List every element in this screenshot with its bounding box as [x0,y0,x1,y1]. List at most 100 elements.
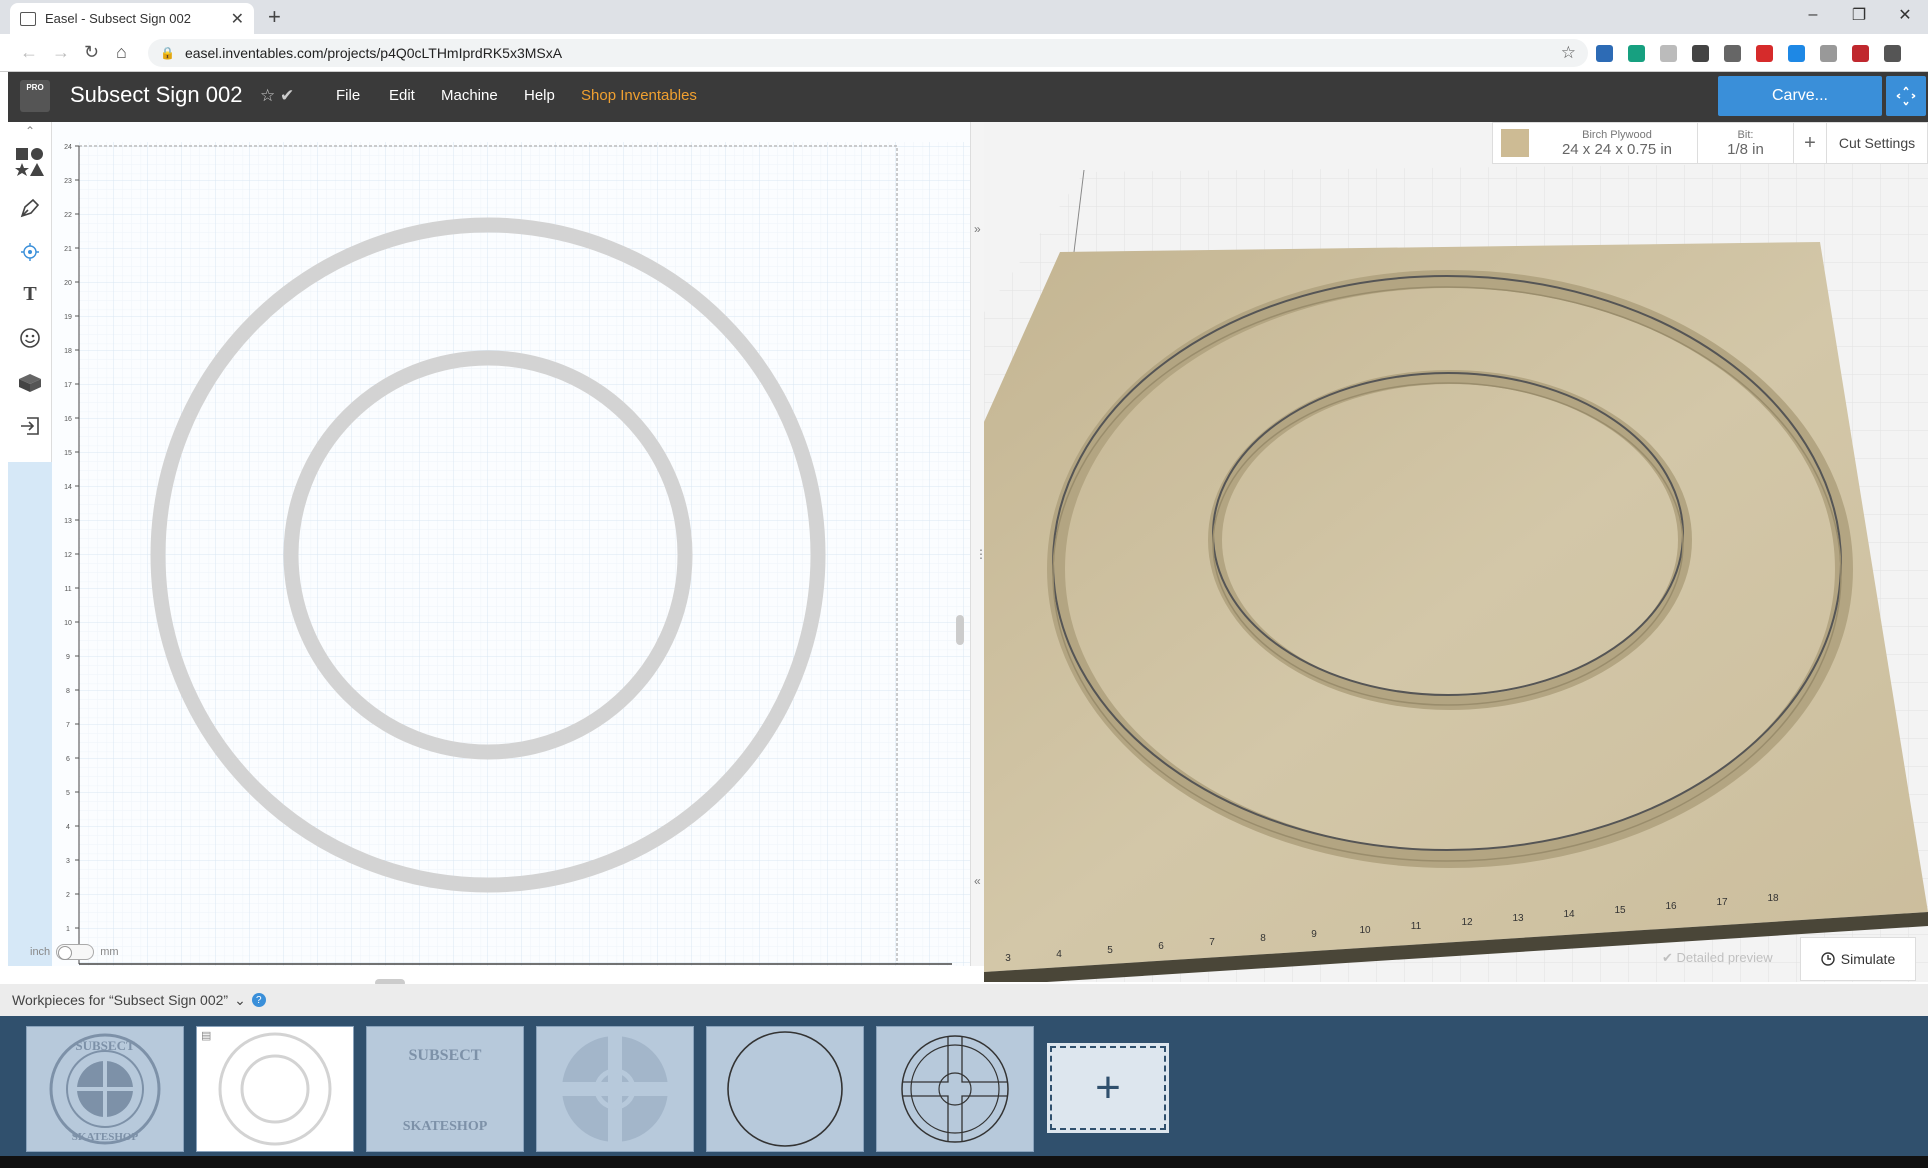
vertical-scrollbar[interactable] [956,615,964,645]
design-canvas-svg[interactable]: 242322212019181716151413121110987654321 … [52,122,970,975]
panel-divider[interactable]: » ⋮ « [970,122,987,966]
design-toolbar: ⌃ T [8,122,52,462]
workpiece-thumb-cross[interactable] [876,1026,1034,1152]
unit-inch-label: inch [30,946,51,958]
subsect-text-thumb-icon: SUBSECT SKATESHOP [403,1047,488,1134]
fullscreen-toggle-icon[interactable] [1886,76,1926,116]
y-tick-label: 9 [66,654,70,661]
menu-machine[interactable]: Machine [441,87,498,104]
workpiece-thumb-emblem[interactable] [536,1026,694,1152]
y-tick-label: 22 [64,212,72,219]
y-tick-label: 13 [64,518,72,525]
point-icon[interactable] [8,232,52,272]
bookmark-star-icon[interactable]: ☆ [1561,43,1576,63]
workpieces-tray: SUBSECT SKATESHOP ▤ SUBSECT SKATESHOP + [0,1016,1928,1156]
menu-file[interactable]: File [336,87,360,104]
y-tick-label: 23 [64,178,72,185]
help-icon[interactable]: ? [251,993,266,1007]
tab-close-icon[interactable]: ✕ [231,9,244,29]
easel-pro-logo[interactable]: PRO [20,80,50,112]
pen-icon[interactable] [8,188,52,228]
material-name: Birch Plywood [1582,128,1652,141]
unit-toggle[interactable]: inch mm [30,944,119,960]
os-taskbar [0,1156,1928,1168]
menu-help[interactable]: Help [524,87,555,104]
app-header: PRO Subsect Sign 002 ☆ ✔ File Edit Machi… [8,72,1928,122]
design-canvas[interactable]: 24 23 22 21 20 19 18 17 16 15 14 13 12 11 10 9 8 7 6 5 4 3 2 1 … [52,122,989,987]
clock-icon [1821,952,1835,966]
browser-extension-icon[interactable] [1788,45,1805,62]
home-icon[interactable]: ⌂ [116,42,127,63]
back-icon[interactable]: ← [20,42,38,63]
add-workpiece-button[interactable]: + [1047,1043,1169,1133]
browser-tab[interactable]: Easel - Subsect Sign 002 ✕ [10,3,254,34]
text-icon[interactable]: T [8,274,52,314]
import-icon[interactable] [8,406,52,446]
reload-icon[interactable]: ↻ [84,42,99,63]
browser-extension-icon[interactable] [1820,45,1837,62]
y-tick-label: 8 [66,688,70,695]
bit-value: 1/8 in [1727,140,1764,158]
carve-preview-panel[interactable]: 3 4 5 6 7 8 9 10 11 12 13 14 15 16 17 18 [984,122,1928,982]
bit-selector[interactable]: Bit: 1/8 in [1697,122,1793,164]
collapse-preview-icon[interactable]: « [974,874,981,888]
browser-extension-icon[interactable] [1692,45,1709,62]
toolbar-collapse-icon[interactable]: ⌃ [8,122,52,140]
thumb-text-top: SUBSECT [75,1038,135,1053]
y-tick-label: 10 [64,620,72,627]
workpieces-title: Workpieces for “Subsect Sign 002” [12,992,229,1008]
y-tick-label: 4 [66,824,70,831]
restore-icon[interactable]: ❐ [1836,0,1882,30]
browser-extension-icon[interactable] [1756,45,1773,62]
shop-inventables-link[interactable]: Shop Inventables [581,87,697,104]
material-swatch[interactable] [1501,129,1529,157]
workpiece-thumb-rings[interactable]: ▤ [196,1026,354,1152]
preview-3d-svg[interactable]: 3 4 5 6 7 8 9 10 11 12 13 14 15 16 17 18 [984,122,1928,982]
preview-x-tick-label: 10 [1359,925,1371,936]
apps-icon[interactable] [8,362,52,402]
new-tab-button[interactable]: + [268,4,281,30]
address-bar-row: ← → ↻ ⌂ 🔒 easel.inventables.com/projects… [0,34,1928,72]
close-window-icon[interactable]: ✕ [1882,0,1928,30]
unit-switch[interactable] [56,944,95,960]
workpiece-thumb-logo[interactable]: SUBSECT SKATESHOP [26,1026,184,1152]
y-tick-label: 5 [66,790,70,797]
browser-extension-icon[interactable] [1660,45,1677,62]
browser-extension-icon[interactable] [1884,45,1901,62]
y-tick-label: 12 [64,552,72,559]
workpieces-chevron-icon[interactable]: ⌄ [234,992,246,1009]
carve-button[interactable]: Carve... [1718,76,1882,116]
browser-extension-icon[interactable] [1596,45,1613,62]
favorite-saved-icon[interactable]: ☆ ✔ [260,86,294,106]
preview-x-tick-label: 3 [1005,953,1011,964]
browser-extension-icon[interactable] [1628,45,1645,62]
y-tick-label: 24 [64,144,72,151]
workpiece-thumb-text[interactable]: SUBSECT SKATESHOP [366,1026,524,1152]
preview-x-tick-label: 17 [1716,897,1728,908]
material-info[interactable]: Birch Plywood 24 x 24 x 0.75 in [1537,129,1697,158]
preview-x-tick-label: 15 [1614,905,1626,916]
material-settings-bar[interactable]: Birch Plywood 24 x 24 x 0.75 in Bit: 1/8… [1492,122,1928,164]
browser-extension-icon[interactable] [1724,45,1741,62]
thumb-text-bottom: SKATESHOP [72,1131,139,1143]
cut-settings-button[interactable]: Cut Settings [1827,135,1927,151]
project-title[interactable]: Subsect Sign 002 [70,82,242,108]
detailed-preview-checkbox[interactable]: ✔ Detailed preview [1662,950,1773,966]
url-bar[interactable]: 🔒 easel.inventables.com/projects/p4Q0cLT… [148,39,1588,67]
tab-title: Easel - Subsect Sign 002 [45,11,191,26]
logo-text: PRO [26,83,44,92]
menu-edit[interactable]: Edit [389,87,415,104]
shapes-icon[interactable] [8,142,52,182]
expand-preview-icon[interactable]: » [974,222,981,236]
add-bit-button[interactable]: + [1793,122,1827,164]
icons-emoji-icon[interactable] [8,318,52,358]
y-tick-label: 7 [66,722,70,729]
forward-icon[interactable]: → [52,42,70,63]
minimize-icon[interactable]: – [1790,0,1836,30]
single-circle-thumb-icon [727,1031,843,1147]
browser-extension-icon[interactable] [1852,45,1869,62]
simulate-button[interactable]: Simulate [1800,937,1916,981]
workpiece-thumb-circle[interactable] [706,1026,864,1152]
preview-x-tick-label: 8 [1260,933,1266,944]
preview-x-tick-label: 13 [1512,913,1524,924]
